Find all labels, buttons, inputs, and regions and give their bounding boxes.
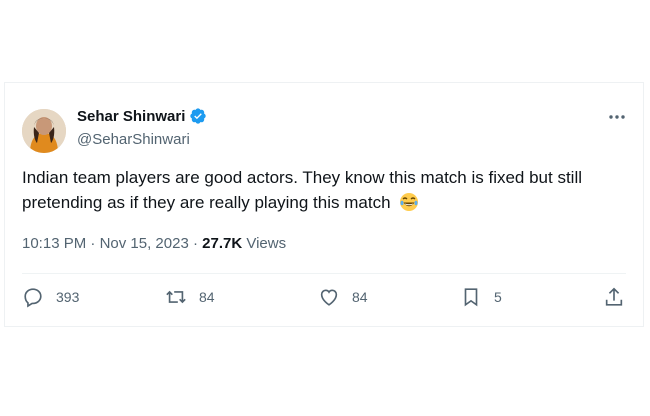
meta-separator: · (192, 235, 203, 252)
like-count: 84 (352, 289, 368, 305)
like-icon (320, 289, 338, 306)
bookmark-count: 5 (494, 289, 502, 305)
tweet-time[interactable]: 10:13 PM (22, 235, 86, 252)
tweet-meta: 10:13 PM · Nov 15, 2023 · 27.7K Views (22, 235, 286, 252)
laughing-emoji-icon (400, 193, 419, 211)
tweet-card[interactable]: Sehar Shinwari @SeharShinwari Indian tea… (4, 82, 644, 327)
views-label: Views (246, 235, 287, 252)
reply-count: 393 (56, 289, 80, 305)
tweet-date[interactable]: Nov 15, 2023 (100, 235, 189, 252)
repost-button[interactable]: 84 (165, 286, 215, 308)
action-bar: 393 84 84 5 (22, 286, 626, 316)
repost-count: 84 (199, 289, 215, 305)
share-icon (605, 287, 623, 306)
author-name-row: Sehar Shinwari (77, 107, 207, 125)
avatar[interactable] (22, 109, 66, 153)
reply-icon (24, 288, 42, 308)
tweet-body: Indian team players are good actors. The… (22, 168, 583, 212)
author-handle[interactable]: @SeharShinwari (77, 131, 190, 148)
tweet-text: Indian team players are good actors. The… (22, 165, 622, 215)
author-name[interactable]: Sehar Shinwari (77, 108, 185, 125)
views-count: 27.7K (202, 235, 243, 252)
like-button[interactable]: 84 (318, 286, 368, 308)
verified-badge-icon (190, 108, 207, 124)
share-button[interactable] (603, 286, 625, 308)
meta-separator: · (90, 235, 100, 252)
divider (22, 273, 626, 274)
bookmark-button[interactable]: 5 (460, 286, 502, 308)
repost-icon (166, 290, 186, 304)
more-icon[interactable] (607, 107, 627, 127)
bookmark-icon (464, 288, 478, 307)
reply-button[interactable]: 393 (22, 286, 79, 308)
